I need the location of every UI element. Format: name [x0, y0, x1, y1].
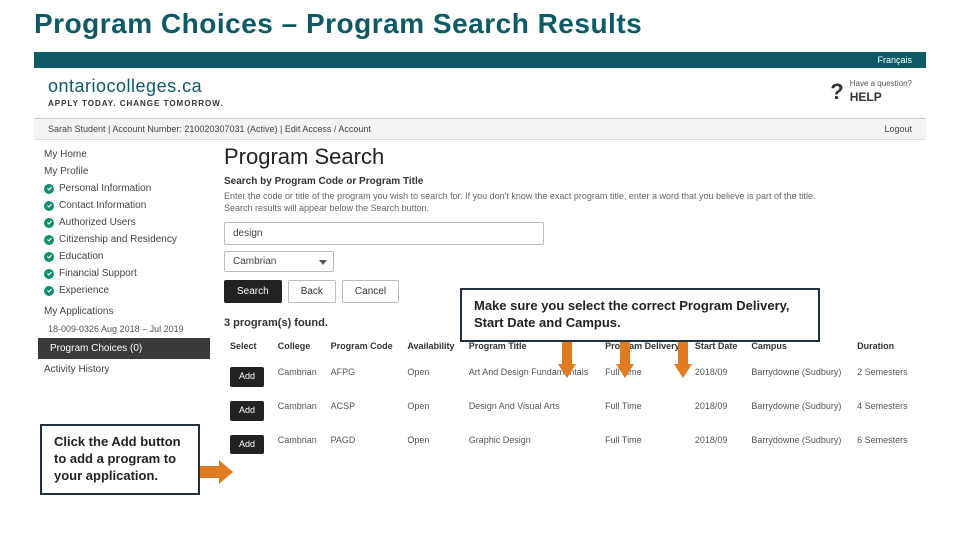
search-input[interactable]: design — [224, 222, 544, 245]
cell-code: PAGD — [325, 428, 402, 462]
college-select[interactable]: Cambrian — [224, 251, 334, 272]
cell-start: 2018/09 — [689, 428, 746, 462]
cell-duration: 2 Semesters — [851, 360, 916, 394]
application-number[interactable]: 18-009-0326 Aug 2018 – Jul 2019 — [38, 320, 210, 336]
sidebar-item-authorized[interactable]: Authorized Users — [38, 214, 210, 231]
add-button[interactable]: Add — [230, 435, 264, 455]
sidebar-label: Experience — [59, 285, 109, 296]
sidebar-label: Citizenship and Residency — [59, 234, 177, 245]
sidebar-item-experience[interactable]: Experience — [38, 282, 210, 299]
sidebar-item-personal[interactable]: Personal Information — [38, 180, 210, 197]
cell-college: Cambrian — [272, 360, 325, 394]
cell-start: 2018/09 — [689, 360, 746, 394]
col-select: Select — [224, 337, 272, 360]
sidebar-label: Authorized Users — [59, 217, 136, 228]
search-subheading: Search by Program Code or Program Title — [224, 176, 916, 187]
table-row: Add CambrianPAGDOpenGraphic DesignFull Ti… — [224, 428, 916, 462]
cell-college: Cambrian — [272, 394, 325, 428]
logout-link[interactable]: Logout — [884, 124, 912, 134]
check-icon — [44, 218, 54, 228]
cell-title: Art And Design Fundamentals — [463, 360, 599, 394]
back-button[interactable]: Back — [288, 280, 336, 303]
check-icon — [44, 201, 54, 211]
col-code: Program Code — [325, 337, 402, 360]
sidebar-label: Education — [59, 251, 103, 262]
cell-code: AFPG — [325, 360, 402, 394]
cell-availability: Open — [401, 394, 462, 428]
cell-campus: Barrydowne (Sudbury) — [745, 360, 851, 394]
check-icon — [44, 269, 54, 279]
nav-program-choices[interactable]: Program Choices (0) — [38, 338, 210, 359]
sidebar-label: Contact Information — [59, 200, 146, 211]
slide-title: Program Choices – Program Search Results — [0, 0, 960, 46]
logo-block: ontariocolleges.ca APPLY TODAY. CHANGE T… — [48, 76, 224, 108]
search-button[interactable]: Search — [224, 280, 282, 303]
cell-start: 2018/09 — [689, 394, 746, 428]
check-icon — [44, 184, 54, 194]
col-college: College — [272, 337, 325, 360]
page-title: Program Search — [224, 144, 916, 170]
cell-duration: 4 Semesters — [851, 394, 916, 428]
cell-campus: Barrydowne (Sudbury) — [745, 428, 851, 462]
cancel-button[interactable]: Cancel — [342, 280, 399, 303]
sidebar-item-contact[interactable]: Contact Information — [38, 197, 210, 214]
language-bar: Français — [34, 52, 926, 68]
col-duration: Duration — [851, 337, 916, 360]
nav-activity-history[interactable]: Activity History — [38, 361, 210, 378]
add-button[interactable]: Add — [230, 401, 264, 421]
help-small: Have a question? — [850, 79, 912, 88]
add-button[interactable]: Add — [230, 367, 264, 387]
cell-delivery: Full Time — [599, 394, 689, 428]
user-bar: Sarah Student | Account Number: 21002030… — [34, 119, 926, 140]
question-mark-icon: ? — [830, 79, 843, 105]
sidebar-item-citizenship[interactable]: Citizenship and Residency — [38, 231, 210, 248]
nav-my-profile[interactable]: My Profile — [38, 163, 210, 180]
sidebar-label: Financial Support — [59, 268, 137, 279]
french-link[interactable]: Français — [877, 55, 912, 65]
cell-duration: 6 Semesters — [851, 428, 916, 462]
help-big: HELP — [850, 90, 882, 104]
nav-my-home[interactable]: My Home — [38, 146, 210, 163]
content-area: My Home My Profile Personal Information … — [34, 140, 926, 560]
check-icon — [44, 252, 54, 262]
arrow-right-icon — [195, 460, 233, 484]
cell-title: Design And Visual Arts — [463, 394, 599, 428]
check-icon — [44, 235, 54, 245]
cell-delivery: Full Time — [599, 428, 689, 462]
user-info: Sarah Student | Account Number: 21002030… — [48, 124, 371, 134]
help-text: Have a question? HELP — [850, 79, 912, 106]
check-icon — [44, 286, 54, 296]
col-availability: Availability — [401, 337, 462, 360]
cell-title: Graphic Design — [463, 428, 599, 462]
site-tagline: APPLY TODAY. CHANGE TOMORROW. — [48, 99, 224, 108]
sidebar-label: Personal Information — [59, 183, 151, 194]
sidebar: My Home My Profile Personal Information … — [34, 140, 214, 560]
table-row: Add CambrianACSPOpenDesign And Visual Art… — [224, 394, 916, 428]
sidebar-item-education[interactable]: Education — [38, 248, 210, 265]
cell-code: ACSP — [325, 394, 402, 428]
site-logo-text: ontariocolleges.ca — [48, 76, 224, 97]
nav-my-applications[interactable]: My Applications — [38, 303, 210, 320]
search-description: Enter the code or title of the program y… — [224, 191, 844, 214]
help-widget[interactable]: ? Have a question? HELP — [830, 79, 912, 106]
callout-columns: Make sure you select the correct Program… — [460, 288, 820, 342]
sidebar-item-financial[interactable]: Financial Support — [38, 265, 210, 282]
cell-campus: Barrydowne (Sudbury) — [745, 394, 851, 428]
site-header: ontariocolleges.ca APPLY TODAY. CHANGE T… — [34, 68, 926, 119]
callout-add-button: Click the Add button to add a program to… — [40, 424, 200, 495]
cell-availability: Open — [401, 360, 462, 394]
cell-availability: Open — [401, 428, 462, 462]
cell-college: Cambrian — [272, 428, 325, 462]
